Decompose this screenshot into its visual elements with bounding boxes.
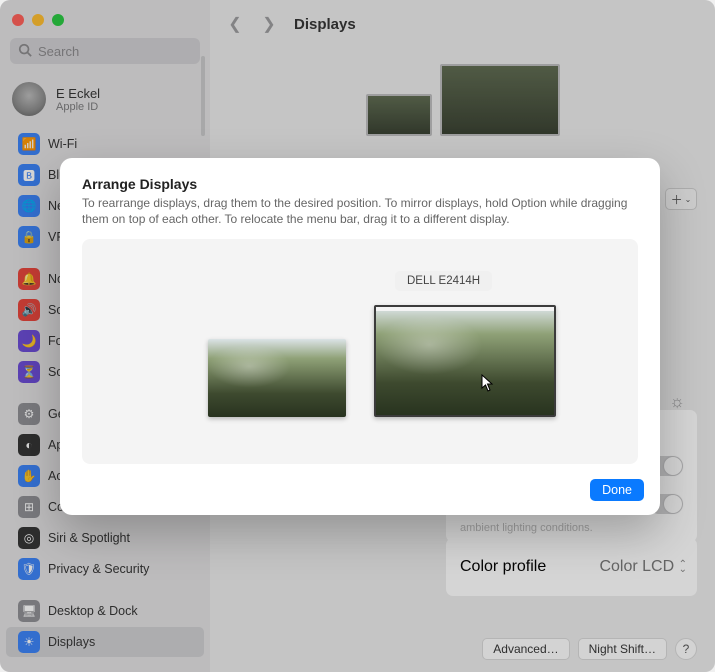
arrange-area: DELL E2414H xyxy=(82,239,638,464)
system-settings-window: E Eckel Apple ID 📶Wi-Fi🅱Bluetooth🌐Networ… xyxy=(0,0,715,672)
arrange-display-1[interactable] xyxy=(208,339,346,417)
modal-heading: Arrange Displays xyxy=(82,176,638,192)
cursor-icon xyxy=(481,374,495,392)
done-button[interactable]: Done xyxy=(590,479,644,501)
arrange-display-2[interactable] xyxy=(374,305,556,417)
menubar-handle[interactable] xyxy=(376,307,554,311)
arrange-displays-modal: Arrange Displays To rearrange displays, … xyxy=(60,158,660,515)
display-tooltip: DELL E2414H xyxy=(395,271,492,291)
modal-body: To rearrange displays, drag them to the … xyxy=(82,196,638,227)
